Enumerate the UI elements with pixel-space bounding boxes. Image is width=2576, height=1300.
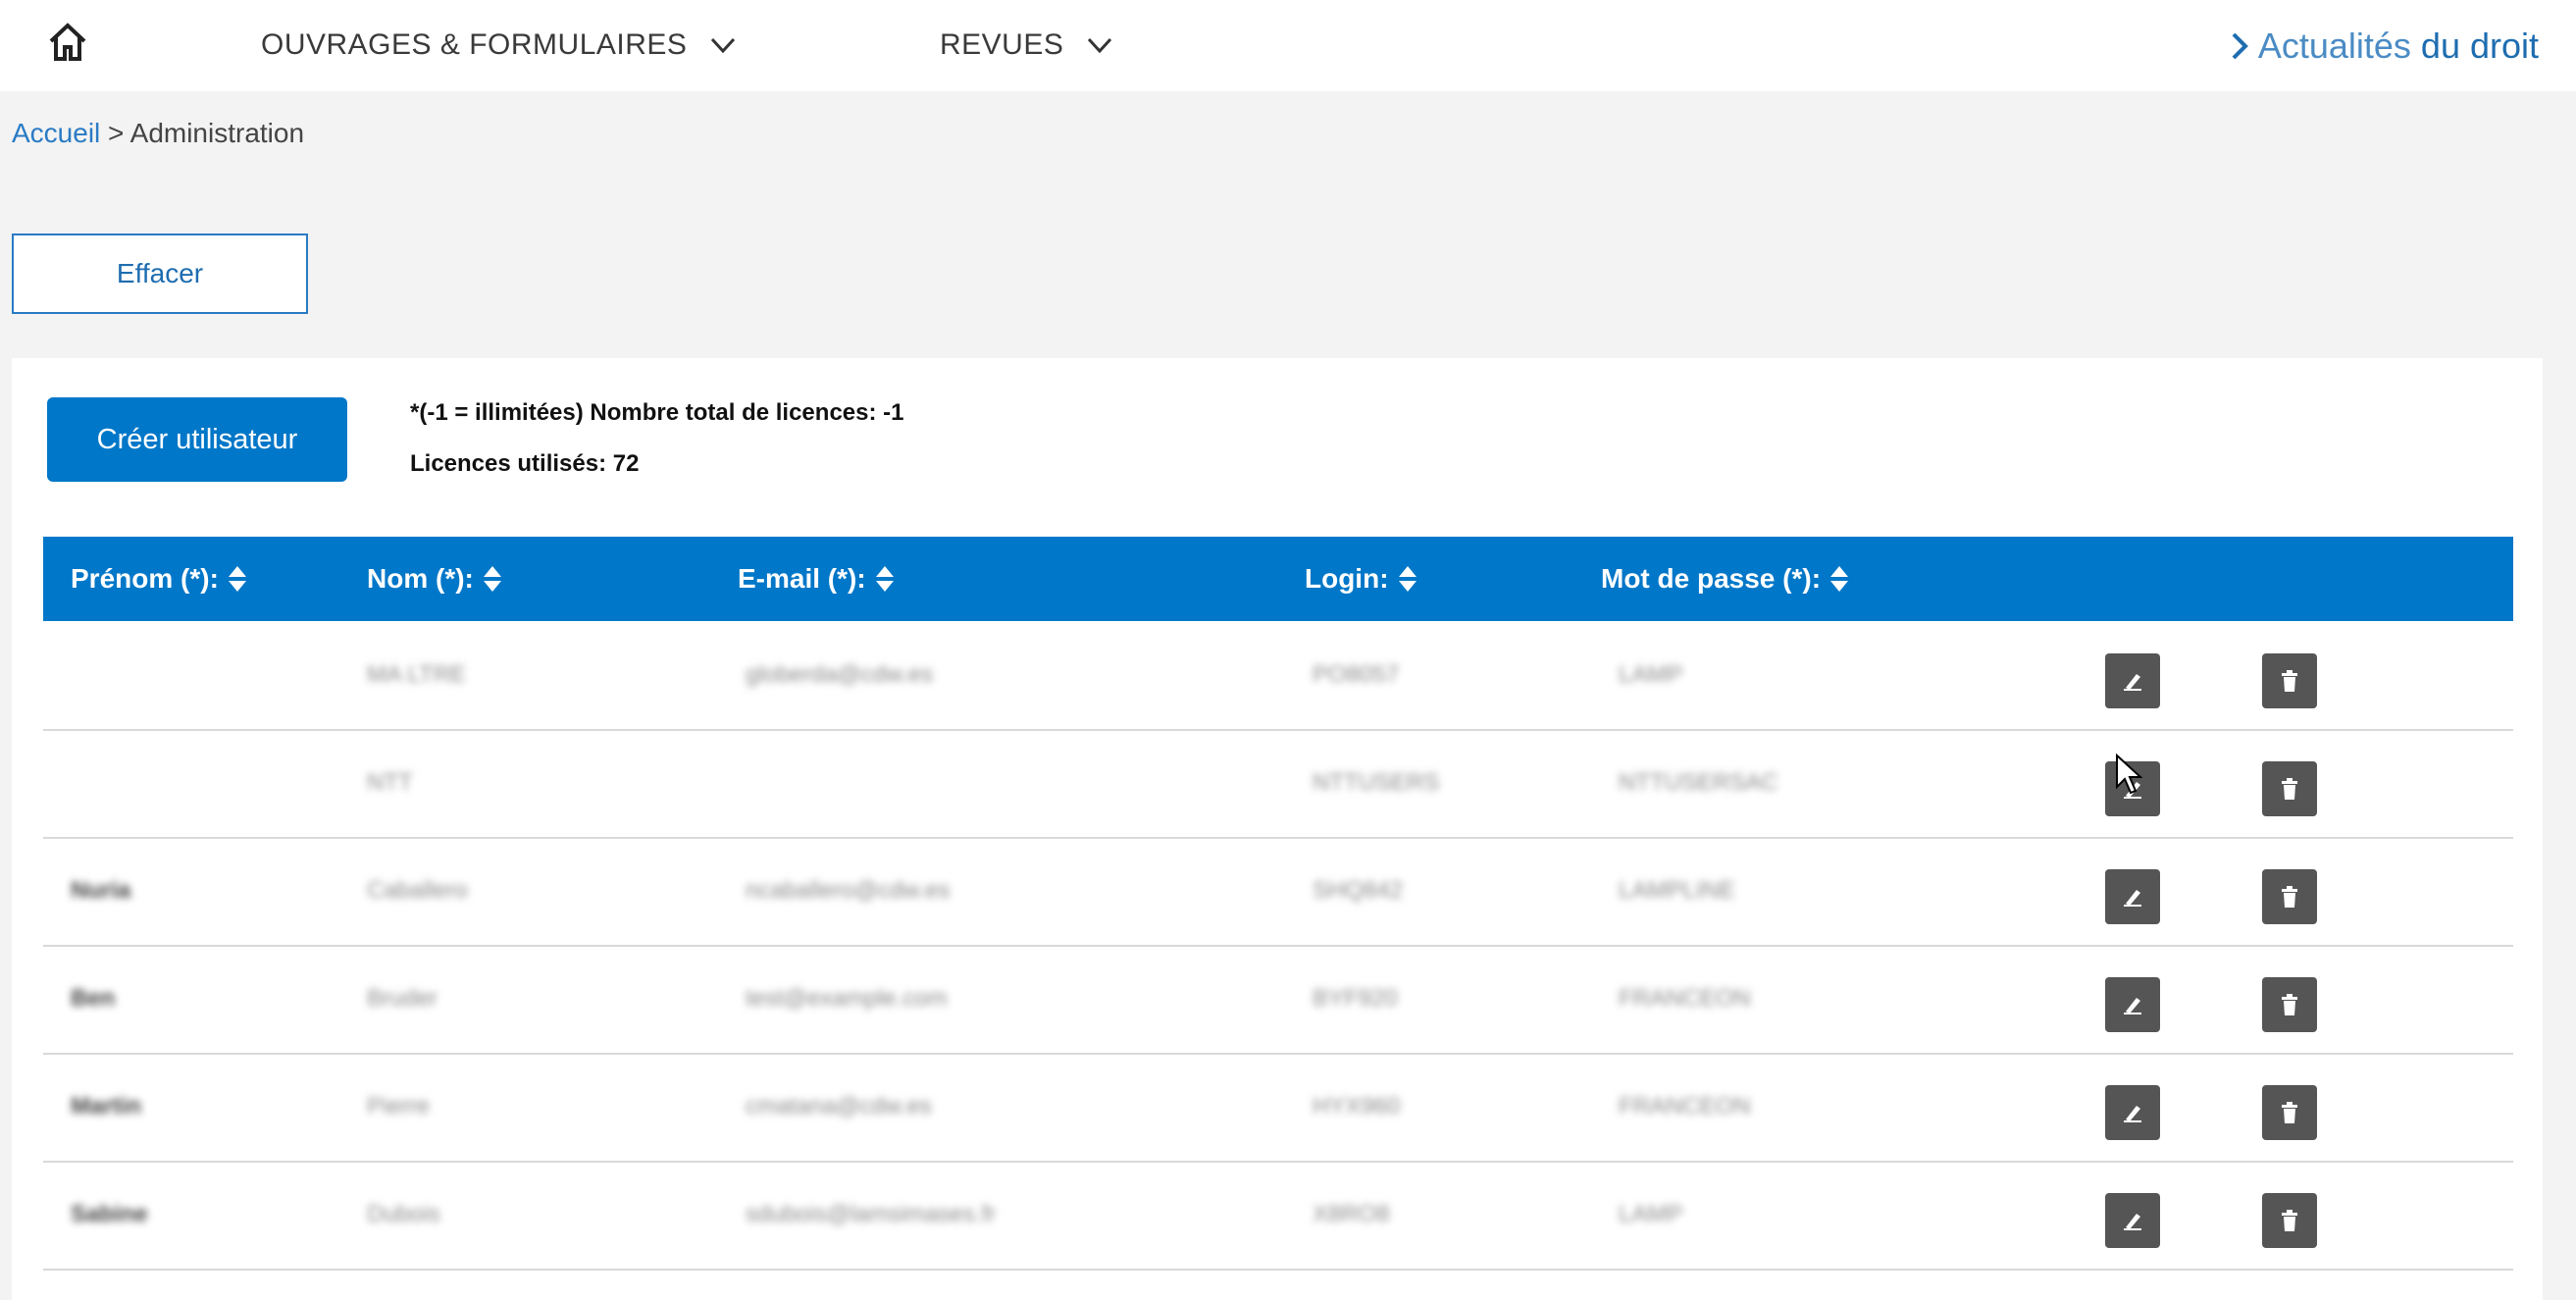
cell-prenom: Martin [71, 1093, 141, 1119]
delete-button[interactable] [2262, 653, 2317, 708]
trash-icon [2282, 886, 2297, 908]
chevron-right-icon [2232, 32, 2248, 60]
cell-password: NTTUSERSAC [1619, 769, 1778, 796]
table-row: Nuria Caballero ncaballero@cdw.es SHQ842 LAM… [43, 837, 2513, 947]
breadcrumb-home-link[interactable]: Accueil [12, 118, 100, 148]
breadcrumb-current: Administration [129, 118, 305, 148]
cell-nom: MA LTRE [367, 661, 466, 688]
edit-icon [2124, 674, 2141, 691]
trash-icon [2282, 1210, 2297, 1231]
chevron-down-icon [711, 37, 736, 54]
header-prenom-label: Prénom (*): [71, 563, 219, 594]
mouse-cursor-icon [2116, 754, 2142, 795]
trash-icon [2282, 778, 2297, 800]
cell-email: test@example.com [746, 985, 948, 1012]
cell-login: PO8057 [1313, 661, 1400, 688]
edit-icon [2124, 998, 2141, 1014]
sort-icon [875, 566, 894, 592]
nav-revues[interactable]: REVUES [940, 24, 1114, 67]
delete-button[interactable] [2262, 869, 2317, 924]
nav-revues-label: REVUES [940, 28, 1064, 61]
sort-icon [1398, 566, 1417, 592]
chevron-down-icon [1088, 37, 1112, 54]
cell-login: SHQ842 [1313, 877, 1404, 904]
table-row: Martin Pierre cmatana@cdw.es HYX960 FRANCEON [43, 1053, 2513, 1163]
sort-icon [1830, 566, 1849, 592]
breadcrumb: Accueil > Administration [12, 118, 304, 149]
delete-button[interactable] [2262, 977, 2317, 1032]
header-login[interactable]: Login: [1305, 537, 1418, 621]
sort-icon [228, 566, 246, 592]
cell-login: HYX960 [1313, 1093, 1401, 1119]
nav-ouvrages-label: OUVRAGES & FORMULAIRES [261, 28, 688, 61]
edit-button[interactable] [2105, 977, 2160, 1032]
table-header: Prénom (*): Nom (*): E-mail (*): Login: … [43, 537, 2513, 621]
trash-icon [2282, 1102, 2297, 1123]
news-link[interactable]: Actualités du droit [2229, 26, 2539, 67]
cell-password: LAMP [1619, 1201, 1683, 1227]
cell-nom: Bruder [367, 985, 438, 1012]
news-link-prefix: Actualités [2257, 26, 2411, 66]
header-nom-label: Nom (*): [367, 563, 474, 594]
delete-button[interactable] [2262, 1193, 2317, 1248]
trash-icon [2282, 994, 2297, 1015]
delete-button[interactable] [2262, 1085, 2317, 1140]
top-navigation: OUVRAGES & FORMULAIRES REVUES Actualités… [0, 0, 2576, 91]
cell-login: BYF920 [1313, 985, 1398, 1012]
table-row: NTT NTTUSERS NTTUSERSAC [43, 729, 2513, 839]
cell-nom: Dubois [367, 1201, 440, 1227]
edit-icon [2124, 890, 2141, 907]
edit-icon [2124, 1214, 2141, 1230]
cell-email: globerda@cdw.es [746, 661, 934, 688]
license-used: Licences utilisés: 72 [410, 450, 640, 477]
trash-icon [2282, 670, 2297, 692]
header-password[interactable]: Mot de passe (*): [1601, 537, 1850, 621]
cell-prenom: Nuria [71, 877, 131, 904]
header-email[interactable]: E-mail (*): [738, 537, 896, 621]
cell-password: LAMP [1619, 661, 1683, 688]
cell-password: FRANCEON [1619, 1093, 1751, 1119]
header-email-label: E-mail (*): [738, 563, 866, 594]
nav-ouvrages[interactable]: OUVRAGES & FORMULAIRES [261, 24, 738, 67]
cell-email: ncaballero@cdw.es [746, 877, 951, 904]
edit-button[interactable] [2105, 1193, 2160, 1248]
header-login-label: Login: [1305, 563, 1389, 594]
users-panel: Créer utilisateur *(-1 = illimitées) Nom… [12, 358, 2543, 1300]
clear-button[interactable]: Effacer [12, 234, 308, 314]
cell-email: cmatana@cdw.es [746, 1093, 932, 1119]
edit-button[interactable] [2105, 1085, 2160, 1140]
table-row: MA LTRE globerda@cdw.es PO8057 LAMP [43, 621, 2513, 731]
header-nom[interactable]: Nom (*): [367, 537, 503, 621]
cell-nom: Pierre [367, 1093, 431, 1119]
license-total: *(-1 = illimitées) Nombre total de licen… [410, 399, 904, 426]
cell-nom: Caballero [367, 877, 468, 904]
table-row: Ben Bruder test@example.com BYF920 FRANCEON [43, 945, 2513, 1055]
cell-email: sdubois@lamsimases.fr [746, 1201, 997, 1227]
edit-button[interactable] [2105, 653, 2160, 708]
sort-icon [483, 566, 501, 592]
table-row: Sabine Dubois sdubois@lamsimases.fr X8RO8 LA… [43, 1161, 2513, 1271]
cell-login: X8RO8 [1313, 1201, 1390, 1227]
cell-prenom: Sabine [71, 1201, 148, 1227]
breadcrumb-separator: > [108, 118, 125, 148]
news-link-suffix: du droit [2420, 26, 2539, 66]
cell-password: LAMPLINE [1619, 877, 1735, 904]
cell-prenom: Ben [71, 985, 116, 1012]
delete-button[interactable] [2262, 761, 2317, 816]
create-user-button[interactable]: Créer utilisateur [47, 397, 347, 482]
header-password-label: Mot de passe (*): [1601, 563, 1822, 594]
cell-nom: NTT [367, 769, 413, 796]
cell-login: NTTUSERS [1313, 769, 1440, 796]
edit-button[interactable] [2105, 869, 2160, 924]
header-prenom[interactable]: Prénom (*): [71, 537, 248, 621]
home-icon[interactable] [43, 18, 92, 67]
edit-icon [2124, 1106, 2141, 1122]
cell-password: FRANCEON [1619, 985, 1751, 1012]
